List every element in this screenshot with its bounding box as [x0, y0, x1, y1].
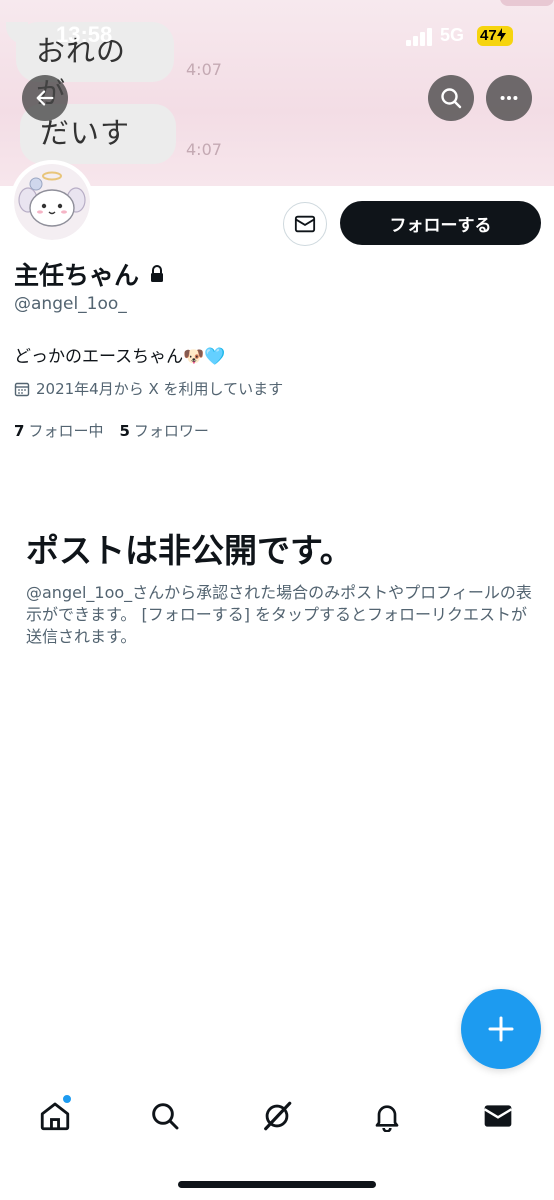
notifications-icon	[375, 1105, 399, 1132]
follow-stats: 7 フォロー中 5 フォロワー	[14, 420, 209, 441]
messages-icon	[484, 1105, 512, 1127]
joined-text: 2021年4月から X を利用しています	[36, 380, 284, 398]
more-button[interactable]	[486, 75, 532, 121]
lock-icon	[149, 260, 165, 289]
battery-level: 47	[480, 27, 497, 44]
signal-icon	[406, 28, 434, 46]
search-icon	[152, 1103, 179, 1130]
tab-messages[interactable]	[478, 1096, 518, 1136]
battery-icon: 47	[477, 26, 513, 46]
network-label: 5G	[440, 25, 465, 45]
banner-decoration	[500, 0, 554, 6]
avatar[interactable]	[10, 160, 94, 244]
chat-time: 4:07	[186, 60, 222, 79]
search-icon	[441, 88, 462, 109]
follow-button[interactable]: フォローする	[340, 201, 541, 245]
avatar-image	[14, 164, 90, 240]
joined-date: 2021年4月から X を利用しています	[14, 378, 283, 399]
mail-icon	[294, 215, 316, 233]
message-button[interactable]	[283, 202, 327, 246]
home-icon	[40, 1102, 70, 1131]
compose-button[interactable]	[461, 989, 541, 1069]
followers-link[interactable]: 5 フォロワー	[119, 420, 208, 441]
calendar-icon	[14, 382, 30, 396]
profile-handle: @angel_1oo_	[14, 294, 127, 314]
more-horizontal-icon	[500, 95, 518, 101]
back-button[interactable]	[22, 75, 68, 121]
search-button[interactable]	[428, 75, 474, 121]
plus-icon	[488, 1016, 514, 1042]
bottom-tab-bar	[0, 1080, 554, 1150]
profile-name-text: 主任ちゃん	[14, 261, 140, 290]
arrow-left-icon	[36, 90, 54, 106]
following-link[interactable]: 7 フォロー中	[14, 420, 103, 441]
profile-name: 主任ちゃん	[14, 256, 165, 292]
private-title: ポストは非公開です。	[26, 531, 353, 570]
tab-grok[interactable]	[257, 1096, 297, 1136]
home-indicator	[178, 1181, 376, 1188]
tab-notifications[interactable]	[367, 1096, 407, 1136]
chat-time: 4:07	[186, 140, 222, 159]
notification-dot	[62, 1094, 72, 1104]
private-description: @angel_1oo_さんから承認された場合のみポストやプロフィールの表示ができ…	[26, 583, 532, 646]
grok-icon	[264, 1101, 292, 1131]
profile-bio: どっかのエースちゃん🐶🩵	[14, 347, 226, 367]
status-time: 13:58	[56, 22, 113, 47]
tab-search[interactable]	[145, 1096, 185, 1136]
